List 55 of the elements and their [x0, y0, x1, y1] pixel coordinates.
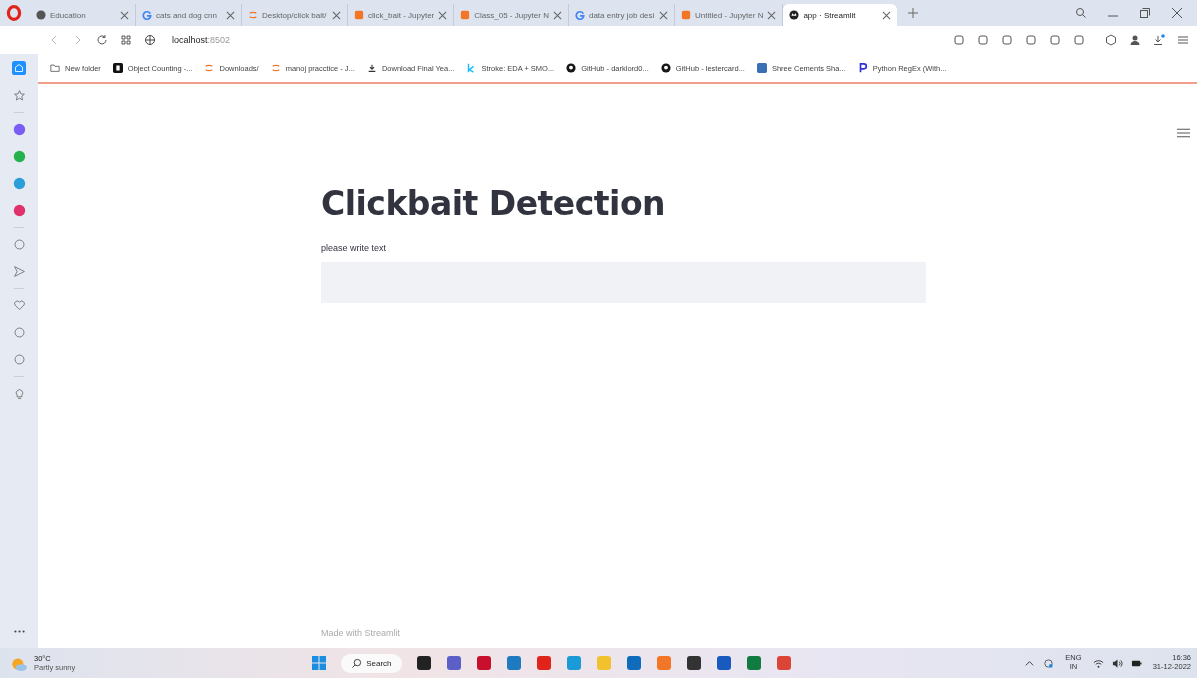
opera-logo-icon[interactable]	[6, 5, 22, 21]
close-icon[interactable]	[882, 10, 892, 20]
search-icon[interactable]	[1075, 7, 1087, 19]
close-icon[interactable]	[552, 10, 562, 20]
telegram-icon[interactable]	[12, 177, 26, 190]
close-icon[interactable]	[767, 10, 777, 20]
instagram-icon[interactable]	[12, 204, 26, 217]
new-tab-icon[interactable]	[907, 7, 920, 19]
close-icon[interactable]	[438, 10, 448, 20]
address-field[interactable]: localhost:8502	[172, 35, 231, 45]
send-icon[interactable]	[12, 265, 26, 278]
settings-icon[interactable]	[1177, 34, 1189, 46]
start-icon[interactable]	[311, 655, 328, 671]
menu-icon[interactable]	[1177, 128, 1190, 138]
ring-icon	[204, 63, 215, 73]
google-icon	[142, 10, 152, 20]
messenger-icon[interactable]	[12, 123, 26, 136]
home-icon[interactable]	[12, 61, 26, 75]
wifi-icon[interactable]	[1092, 657, 1104, 669]
github-icon	[566, 63, 577, 73]
p-logo-icon	[857, 63, 868, 73]
k-logo-icon	[466, 63, 477, 73]
notebook-icon	[680, 10, 691, 20]
restore-icon[interactable]	[1139, 7, 1151, 19]
square-logo-icon	[756, 63, 767, 73]
download-icon[interactable]	[1153, 34, 1165, 46]
profile-icon[interactable]	[1129, 34, 1141, 46]
notebook-icon	[460, 10, 471, 20]
close-icon[interactable]	[658, 10, 668, 20]
speaker-icon[interactable]	[1111, 657, 1123, 669]
field-label: please write text	[321, 243, 388, 253]
grid-icon[interactable]	[120, 34, 132, 46]
close-icon[interactable]	[120, 10, 129, 20]
ring-icon	[248, 10, 258, 20]
close-icon[interactable]	[332, 10, 341, 20]
whatsapp-icon[interactable]	[12, 150, 26, 163]
close-icon[interactable]	[1171, 7, 1183, 19]
page-title: Clickbait Detection	[321, 184, 667, 223]
star-icon[interactable]	[12, 89, 26, 102]
github-icon	[660, 63, 671, 73]
sync-icon[interactable]	[1043, 657, 1055, 669]
cube-icon[interactable]	[1105, 34, 1117, 46]
search-icon	[351, 657, 363, 669]
browser-tab[interactable]: app · Streamlit	[783, 4, 898, 26]
bulb-icon[interactable]	[12, 387, 26, 400]
crown-icon	[789, 10, 800, 20]
ring-icon	[270, 63, 281, 73]
footer-text: Made with Streamlit	[321, 628, 402, 638]
logo-icon	[112, 63, 123, 73]
download-icon	[366, 63, 377, 73]
close-icon[interactable]	[226, 10, 235, 20]
search-field[interactable]: Search	[341, 653, 402, 673]
reload-icon[interactable]	[96, 34, 108, 46]
google-icon	[574, 10, 585, 20]
notebook-icon	[354, 10, 364, 20]
